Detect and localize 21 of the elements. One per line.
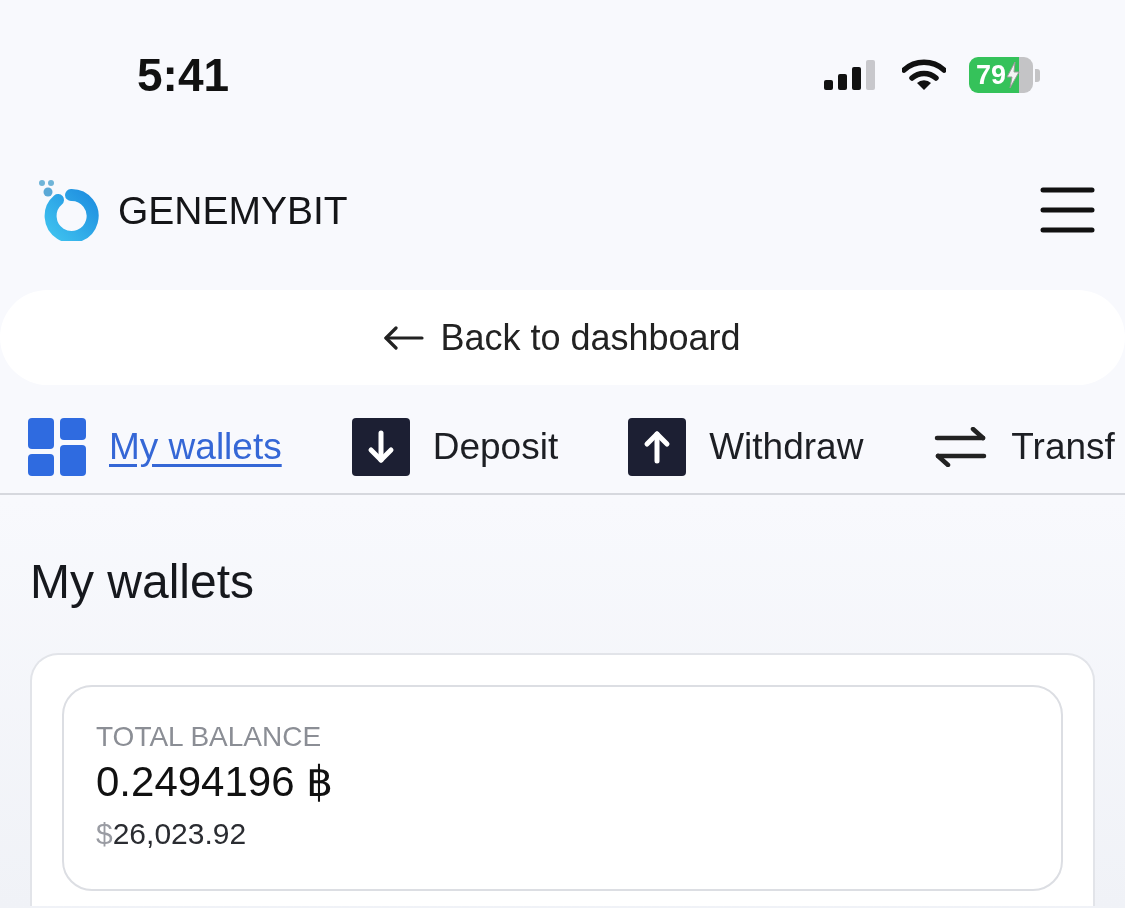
- back-to-dashboard-button[interactable]: Back to dashboard: [0, 290, 1125, 385]
- brand-name: GENEMYBIT: [118, 190, 348, 230]
- tab[interactable]: Withdraw: [628, 417, 864, 476]
- menu-icon: [1040, 187, 1095, 233]
- swap-arrows-icon: [933, 426, 989, 467]
- wifi-icon: [902, 59, 946, 91]
- page-title: My wallets: [30, 554, 255, 610]
- status-time: 5:41: [137, 52, 230, 98]
- balance-amount: 0.2494196 ฿: [96, 757, 333, 808]
- battery-percentage: 79: [976, 61, 1007, 89]
- arrow-down-icon: [351, 417, 410, 476]
- balance-label: TOTAL BALANCE: [96, 719, 322, 754]
- battery-terminal-icon: [1035, 68, 1040, 82]
- tab[interactable]: Transf: [933, 426, 1115, 467]
- menu-button[interactable]: [1040, 187, 1095, 233]
- grid-icon: [28, 417, 86, 476]
- arrow-up-icon: [628, 417, 687, 476]
- usd-value: $26,023.92: [96, 815, 247, 852]
- tab[interactable]: My wallets: [28, 417, 282, 476]
- tab[interactable]: Deposit: [351, 417, 559, 476]
- arrow-left-icon: [384, 325, 425, 350]
